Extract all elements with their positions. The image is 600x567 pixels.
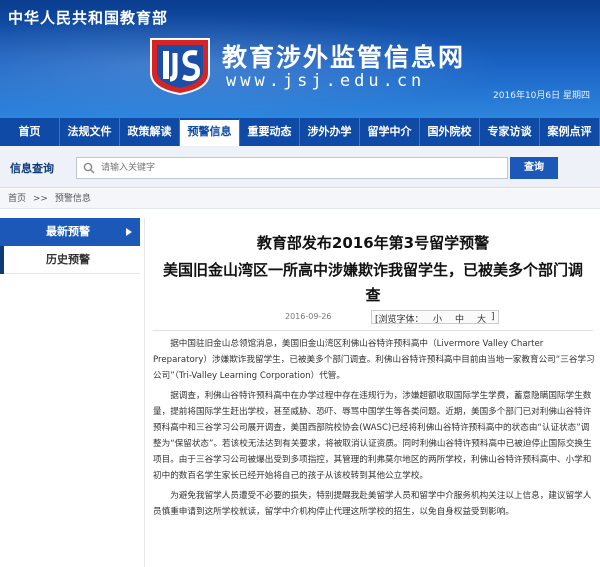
nav-item-policy[interactable]: 政策解读	[120, 118, 180, 146]
current-date: 2016年10月6日 星期四	[493, 91, 590, 101]
sidebar: 最新预警 历史预警	[0, 218, 140, 274]
article-title: 教育部发布2016年第3号留学预警	[256, 234, 490, 252]
nav-item-alerts[interactable]: 预警信息	[180, 118, 240, 146]
font-size-label: [浏览字体：	[375, 315, 424, 325]
article-body: 据中国驻旧金山总领馆消息，美国旧金山湾区利佛山谷特许预科高中（Livermore…	[153, 336, 595, 524]
arrow-right-icon	[126, 228, 132, 236]
article-panel: 教育部发布2016年第3号留学预警 美国旧金山湾区一所高中涉嫌欺诈我留学生，已被…	[144, 218, 600, 567]
main-nav: 首页 法规文件 政策解读 预警信息 重要动态 涉外办学 留学中介 国外院校 专家…	[0, 118, 600, 146]
site-banner: 中华人民共和国教育部 教育涉外监管信息网 www.jsj.edu.cn 2016…	[0, 0, 600, 118]
article-paragraph: 为避免我留学人员遭受不必要的损失，特别提醒我赴美留学人员和留学中介服务机构关注以…	[153, 491, 592, 517]
font-size-large[interactable]: 大	[477, 312, 486, 325]
site-url: www.jsj.edu.cn	[226, 71, 426, 91]
nav-item-regulations[interactable]: 法规文件	[60, 118, 120, 146]
nav-item-agencies[interactable]: 留学中介	[360, 118, 420, 146]
divider	[153, 330, 593, 331]
breadcrumb: 首页 >> 预警信息	[0, 189, 600, 209]
nav-item-home[interactable]: 首页	[0, 118, 60, 146]
nav-item-news[interactable]: 重要动态	[240, 118, 300, 146]
font-size-small[interactable]: 小	[433, 312, 442, 325]
sidebar-item-latest-alerts[interactable]: 最新预警	[0, 218, 140, 246]
nav-item-foreign-schools[interactable]: 涉外办学	[300, 118, 360, 146]
breadcrumb-separator: >>	[32, 194, 48, 204]
font-size-end: ]	[491, 312, 495, 322]
search-box[interactable]	[76, 157, 508, 179]
article-paragraph: 据调查，利佛山谷特许预科高中在办学过程中存在违规行为，涉嫌超额收取国际学生学费，…	[153, 391, 592, 481]
publish-date: 2016-09-26	[285, 312, 332, 321]
search-label: 信息查询	[10, 162, 54, 175]
nav-item-cases[interactable]: 案例点评	[540, 118, 600, 146]
sidebar-item-marker	[0, 246, 4, 274]
nav-item-overseas-schools[interactable]: 国外院校	[420, 118, 480, 146]
nav-item-interviews[interactable]: 专家访谈	[480, 118, 540, 146]
article-paragraph: 据中国驻旧金山总领馆消息，美国旧金山湾区利佛山谷特许预科高中（Livermore…	[153, 339, 595, 381]
font-size-medium[interactable]: 中	[455, 312, 464, 325]
article-subtitle: 美国旧金山湾区一所高中涉嫌欺诈我留学生，已被美多个部门调查	[163, 261, 584, 304]
jsj-logo-icon	[150, 38, 210, 95]
breadcrumb-current[interactable]: 预警信息	[55, 194, 91, 204]
sidebar-item-label: 历史预警	[46, 253, 90, 266]
search-icon	[83, 162, 95, 174]
site-title: 教育涉外监管信息网	[222, 43, 466, 72]
ministry-name[interactable]: 中华人民共和国教育部	[8, 7, 168, 28]
breadcrumb-home[interactable]: 首页	[8, 194, 26, 204]
sidebar-item-history-alerts[interactable]: 历史预警	[0, 246, 140, 274]
search-input[interactable]	[101, 159, 501, 177]
sidebar-item-label: 最新预警	[46, 225, 90, 238]
search-button[interactable]: 查询	[510, 157, 558, 179]
search-bar: 信息查询 查询	[0, 146, 600, 188]
